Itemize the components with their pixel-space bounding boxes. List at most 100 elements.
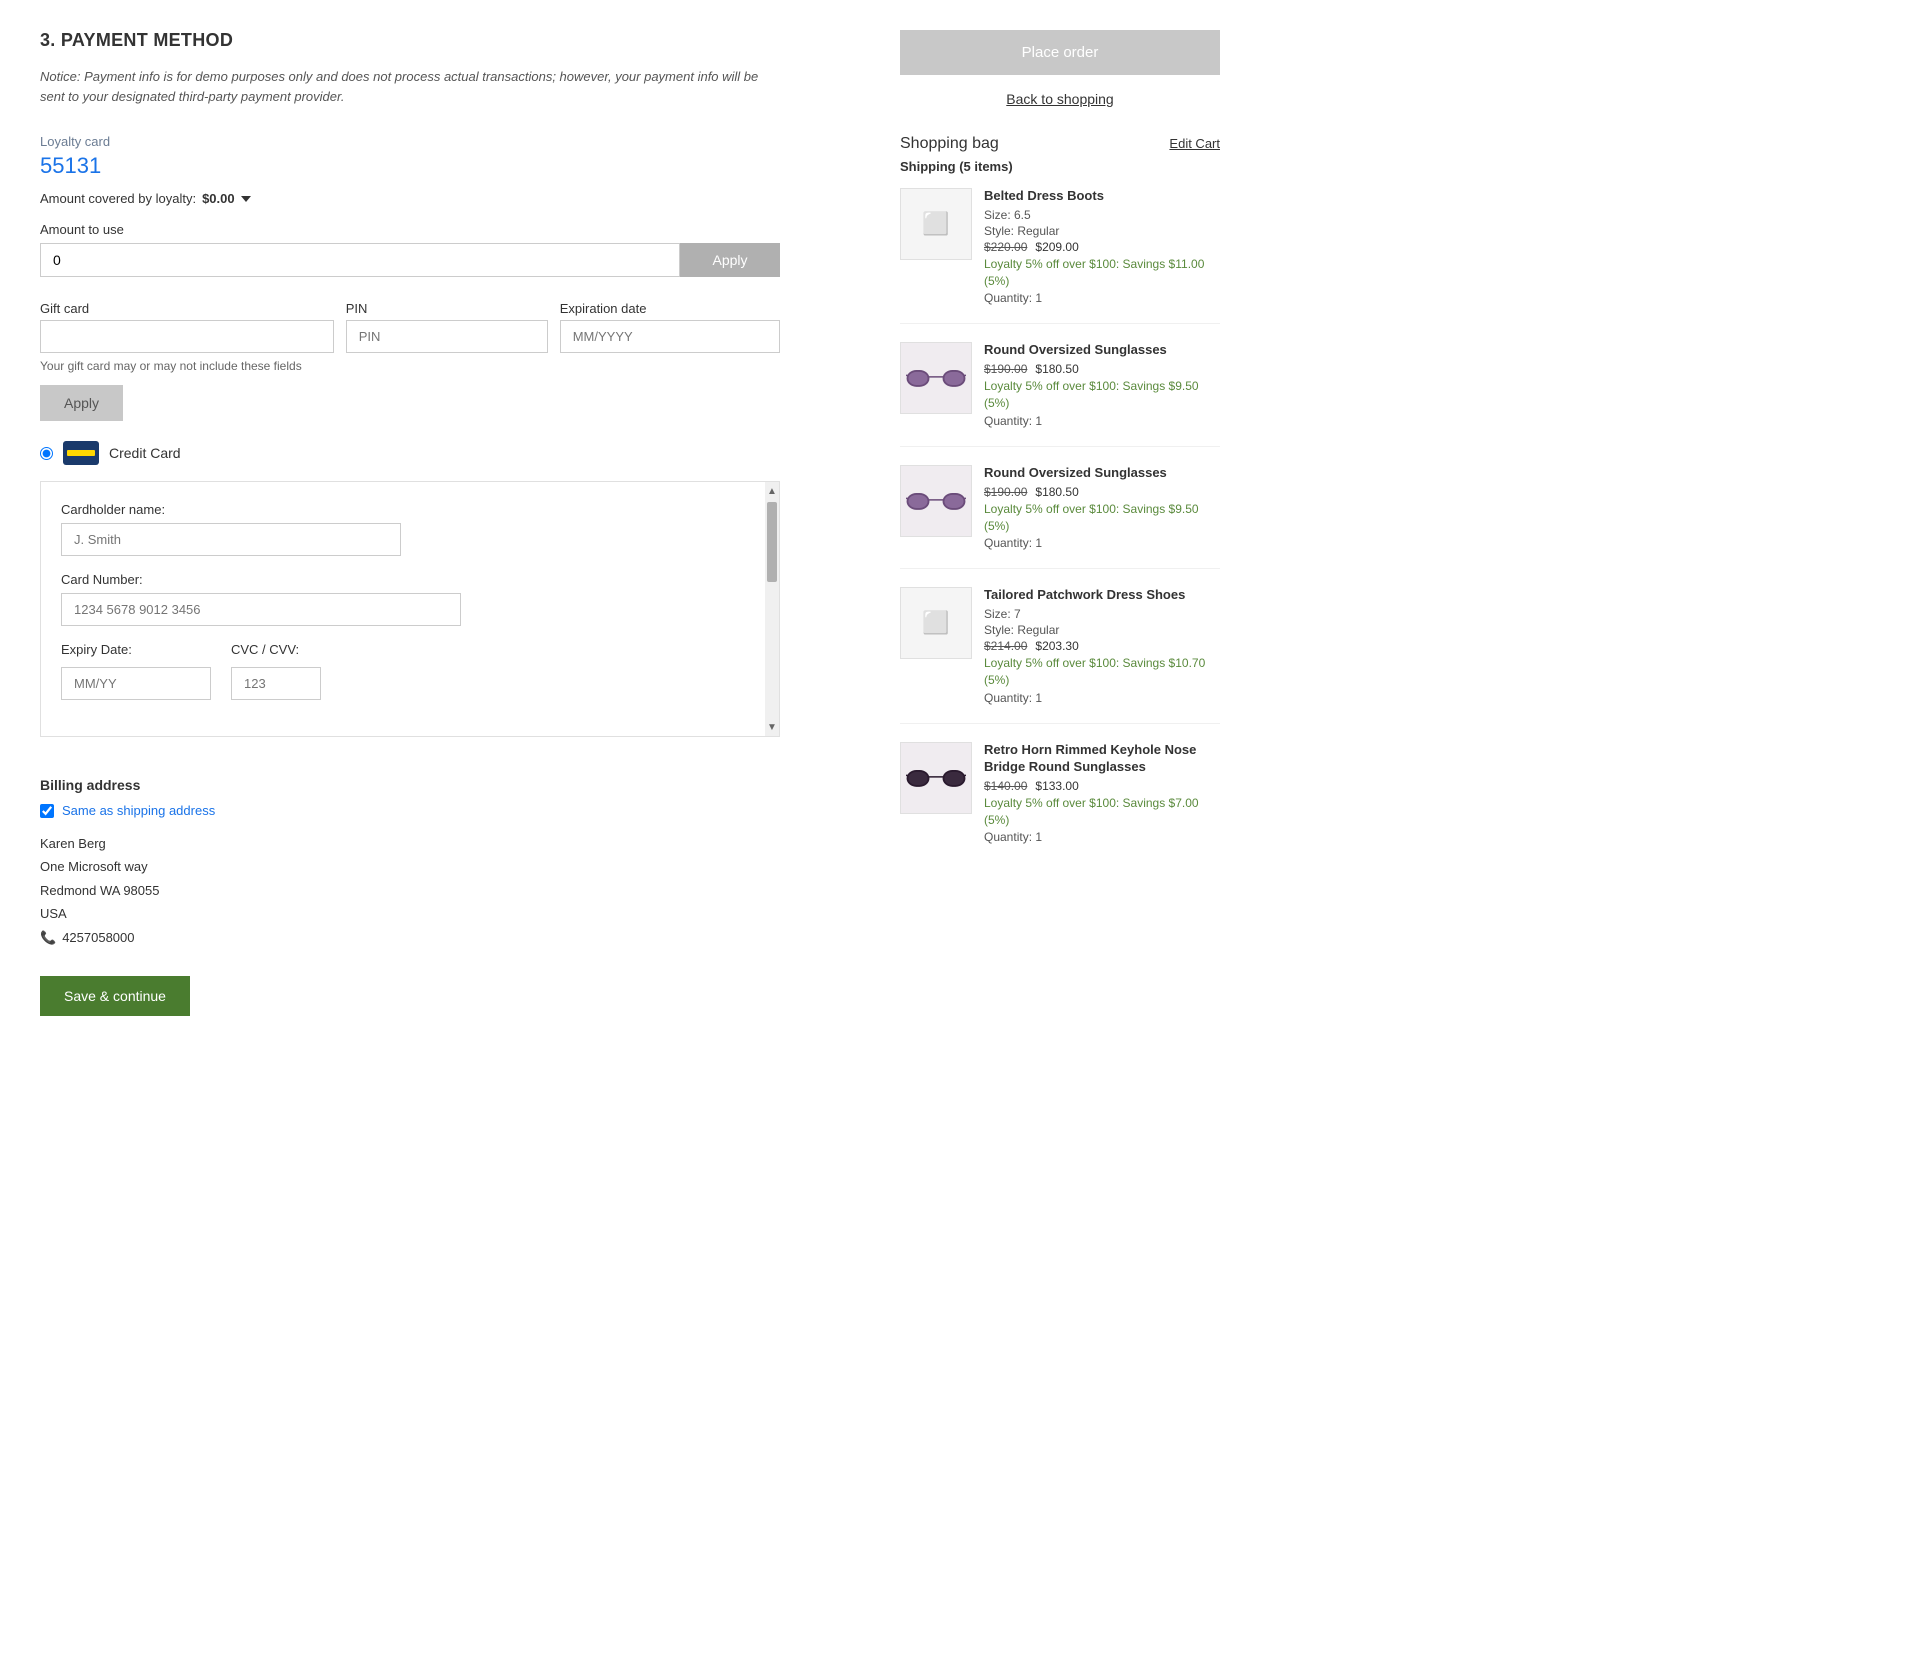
- loyalty-savings: Loyalty 5% off over $100: Savings $9.50 …: [984, 378, 1220, 412]
- original-price: $214.00: [984, 639, 1027, 653]
- card-number-label: Card Number:: [61, 572, 759, 587]
- loyalty-card-number: 55131: [40, 153, 860, 179]
- card-number-input[interactable]: [61, 593, 461, 626]
- original-price: $190.00: [984, 485, 1027, 499]
- item-quantity: Quantity: 1: [984, 691, 1220, 705]
- billing-name: Karen Berg: [40, 832, 780, 855]
- item-size: Size: 7: [984, 607, 1220, 621]
- loyalty-card-label: Loyalty card: [40, 134, 860, 149]
- same-as-shipping-checkbox[interactable]: [40, 804, 54, 818]
- sale-price: $203.30: [1035, 639, 1078, 653]
- item-quantity: Quantity: 1: [984, 830, 1220, 844]
- amount-covered-value: $0.00: [202, 191, 235, 206]
- payment-option-row: Credit Card: [40, 441, 780, 465]
- price-row: $214.00 $203.30: [984, 639, 1220, 653]
- billing-country: USA: [40, 902, 780, 925]
- save-continue-button[interactable]: Save & continue: [40, 976, 190, 1016]
- same-as-shipping-row: Same as shipping address: [40, 803, 780, 818]
- item-image: [900, 342, 972, 414]
- scroll-thumb[interactable]: [767, 502, 777, 582]
- item-name: Round Oversized Sunglasses: [984, 342, 1220, 359]
- amount-covered-label: Amount covered by loyalty:: [40, 191, 196, 206]
- scroll-up-arrow[interactable]: ▲: [767, 486, 777, 496]
- edit-cart-link[interactable]: Edit Cart: [1169, 136, 1220, 151]
- item-details: Round Oversized Sunglasses $190.00 $180.…: [984, 465, 1220, 550]
- cardholder-input[interactable]: [61, 523, 401, 556]
- payment-form-container: Cardholder name: Card Number: Expiry Dat…: [40, 481, 780, 737]
- phone-icon: 📞: [40, 930, 56, 946]
- item-details: Belted Dress Boots Size: 6.5Style: Regul…: [984, 188, 1220, 305]
- loyalty-savings: Loyalty 5% off over $100: Savings $9.50 …: [984, 501, 1220, 535]
- amount-to-use-label: Amount to use: [40, 222, 860, 237]
- place-order-button[interactable]: Place order: [900, 30, 1220, 75]
- expiry-date-label: Expiry Date:: [61, 642, 211, 657]
- shipping-label: Shipping (5 items): [900, 159, 1220, 174]
- original-price: $190.00: [984, 362, 1027, 376]
- gift-card-note: Your gift card may or may not include th…: [40, 359, 780, 373]
- expiry-cvv-row: Expiry Date: CVC / CVV:: [61, 642, 759, 700]
- item-image: ⬜: [900, 188, 972, 260]
- item-quantity: Quantity: 1: [984, 291, 1220, 305]
- cardholder-label: Cardholder name:: [61, 502, 759, 517]
- item-name: Tailored Patchwork Dress Shoes: [984, 587, 1220, 604]
- cart-items-container: ⬜ Belted Dress Boots Size: 6.5Style: Reg…: [900, 188, 1220, 862]
- gift-card-fields-row: Gift card PIN Expiration date: [40, 301, 780, 353]
- expiry-date-input[interactable]: [61, 667, 211, 700]
- expiry-field: Expiration date: [560, 301, 780, 353]
- pin-label: PIN: [346, 301, 548, 316]
- loyalty-section: Loyalty card 55131 Amount covered by loy…: [40, 134, 860, 277]
- credit-card-radio[interactable]: [40, 447, 53, 460]
- address-block: Karen Berg One Microsoft way Redmond WA …: [40, 832, 780, 926]
- original-price: $140.00: [984, 779, 1027, 793]
- cart-item: ⬜ Tailored Patchwork Dress Shoes Size: 7…: [900, 587, 1220, 723]
- loyalty-savings: Loyalty 5% off over $100: Savings $11.00…: [984, 256, 1220, 290]
- item-details: Retro Horn Rimmed Keyhole Nose Bridge Ro…: [984, 742, 1220, 844]
- pin-field: PIN: [346, 301, 548, 353]
- price-row: $220.00 $209.00: [984, 240, 1220, 254]
- amount-to-use-row: Apply: [40, 243, 780, 277]
- chevron-down-icon[interactable]: [241, 196, 251, 202]
- item-quantity: Quantity: 1: [984, 414, 1220, 428]
- credit-card-icon: [63, 441, 99, 465]
- card-number-row: Card Number:: [61, 572, 759, 626]
- cvv-input[interactable]: [231, 667, 321, 700]
- loyalty-apply-button[interactable]: Apply: [680, 243, 780, 277]
- pin-input[interactable]: [346, 320, 548, 353]
- gift-card-apply-button[interactable]: Apply: [40, 385, 123, 421]
- sale-price: $180.50: [1035, 485, 1078, 499]
- amount-to-use-input[interactable]: [40, 243, 680, 277]
- item-style: Style: Regular: [984, 224, 1220, 238]
- item-image: [900, 742, 972, 814]
- payment-method-section: Credit Card Cardholder name: Card Number…: [40, 441, 780, 1016]
- back-to-shopping-link[interactable]: Back to shopping: [900, 91, 1220, 107]
- cvv-label: CVC / CVV:: [231, 642, 321, 657]
- expiry-label: Expiration date: [560, 301, 780, 316]
- scrollbar-track[interactable]: ▲ ▼: [765, 482, 779, 736]
- expiry-group: Expiry Date:: [61, 642, 211, 700]
- amount-covered-row: Amount covered by loyalty: $0.00: [40, 191, 860, 206]
- item-details: Round Oversized Sunglasses $190.00 $180.…: [984, 342, 1220, 427]
- billing-section: Billing address Same as shipping address…: [40, 761, 780, 946]
- item-name: Retro Horn Rimmed Keyhole Nose Bridge Ro…: [984, 742, 1220, 776]
- phone-row: 📞 4257058000: [40, 930, 780, 946]
- price-row: $190.00 $180.50: [984, 485, 1220, 499]
- item-size: Size: 6.5: [984, 208, 1220, 222]
- cardholder-row: Cardholder name:: [61, 502, 759, 556]
- gift-card-input[interactable]: [40, 320, 334, 353]
- gift-card-label: Gift card: [40, 301, 334, 316]
- scroll-down-arrow[interactable]: ▼: [767, 722, 777, 732]
- item-image: [900, 465, 972, 537]
- cart-item: Retro Horn Rimmed Keyhole Nose Bridge Ro…: [900, 742, 1220, 862]
- sidebar: Place order Back to shopping Shopping ba…: [900, 20, 1220, 1651]
- billing-title: Billing address: [40, 777, 780, 793]
- gift-card-section: Gift card PIN Expiration date Your gift …: [40, 301, 780, 421]
- sale-price: $180.50: [1035, 362, 1078, 376]
- cart-item: Round Oversized Sunglasses $190.00 $180.…: [900, 465, 1220, 569]
- price-row: $190.00 $180.50: [984, 362, 1220, 376]
- item-name: Round Oversized Sunglasses: [984, 465, 1220, 482]
- expiry-input[interactable]: [560, 320, 780, 353]
- shopping-bag-title: Shopping bag: [900, 135, 999, 153]
- sale-price: $209.00: [1035, 240, 1078, 254]
- notice-text: Notice: Payment info is for demo purpose…: [40, 67, 780, 106]
- item-quantity: Quantity: 1: [984, 536, 1220, 550]
